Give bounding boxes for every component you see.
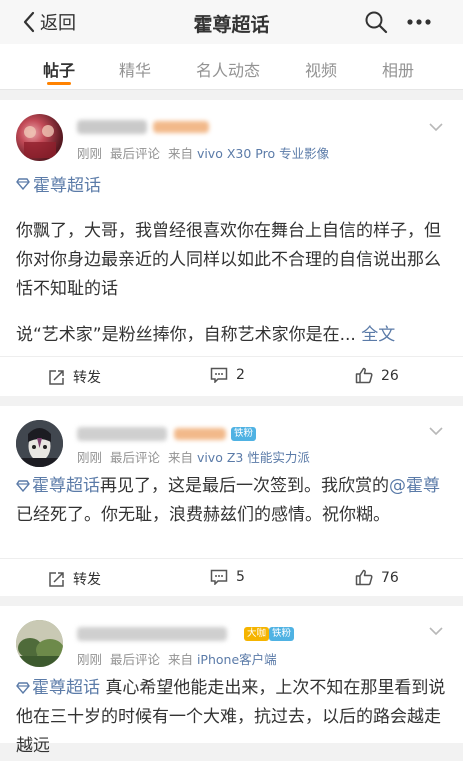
post-meta: 刚刚 最后评论 来自 vivo X30 Pro 专业影像	[77, 143, 329, 162]
repost-icon	[49, 571, 64, 587]
post-text: 你飘了，大哥，我曾经很喜欢你在舞台上自信的样子，但你对你身边最亲近的人同样以如此…	[16, 221, 441, 299]
supertopic-link[interactable]: 霍尊超话	[16, 476, 100, 496]
avatar[interactable]	[16, 620, 63, 667]
search-icon[interactable]	[364, 10, 388, 34]
supertopic-name: 霍尊超话	[33, 176, 101, 196]
avatar-image	[16, 620, 63, 667]
comment-button[interactable]: 2	[210, 367, 245, 383]
fan-badge: 铁粉	[269, 627, 295, 641]
vip-badge: 大咖	[244, 627, 270, 641]
fan-badge: 铁粉	[231, 427, 257, 441]
repost-icon	[49, 369, 64, 385]
comment-icon	[210, 367, 228, 383]
repost-label: 转发	[73, 572, 101, 588]
thumbs-up-icon	[355, 367, 373, 384]
avatar-image	[24, 125, 56, 158]
repost-button[interactable]: 转发	[48, 367, 101, 387]
repost-button[interactable]: 转发	[48, 569, 101, 589]
post-actions: 转发 2 26	[0, 356, 463, 396]
supertopic-name: 霍尊超话	[32, 678, 100, 698]
username-blurred[interactable]	[77, 427, 167, 441]
supertopic-link[interactable]: 霍尊超话	[16, 171, 101, 196]
post-source[interactable]: vivo X30 Pro 专业影像	[197, 146, 329, 161]
post-text-part-1: 再见了，这是最后一次签到。我欣赏的	[100, 476, 389, 496]
post-time: 刚刚	[77, 652, 103, 667]
source-prefix: 来自	[167, 146, 193, 161]
diamond-icon	[16, 177, 30, 190]
username-blurred[interactable]	[77, 627, 227, 641]
post-card[interactable]: 刚刚 最后评论 来自 vivo X30 Pro 专业影像 霍尊超话 你飘了，大哥…	[0, 100, 463, 396]
post-time: 刚刚	[77, 146, 103, 161]
post-text: 霍尊超话 真心希望他能走出来，上次不知在那里看到说他在三十岁的时候有一个大难，抗…	[16, 674, 452, 761]
chevron-down-icon[interactable]	[428, 122, 444, 132]
post-text-excerpt: 说“艺术家”是粉丝捧你，自称艺术家你是在...	[16, 325, 356, 345]
repost-label: 转发	[73, 370, 101, 386]
post-source[interactable]: iPhone客户端	[197, 652, 277, 667]
like-button[interactable]: 26	[355, 367, 399, 384]
avatar[interactable]	[16, 114, 63, 161]
post-text: 霍尊超话再见了，这是最后一次签到。我欣赏的@霍尊 已经死了。你无耻，浪费赫兹们的…	[16, 472, 452, 530]
post-source[interactable]: vivo Z3 性能实力派	[197, 450, 310, 465]
like-button[interactable]: 76	[355, 569, 399, 586]
mention-link[interactable]: @霍尊	[389, 476, 440, 496]
page-title: 霍尊超话	[193, 14, 270, 36]
supertopic-name: 霍尊超话	[32, 476, 100, 496]
tab-albums[interactable]: 相册	[382, 57, 414, 81]
post-text-part-2: 已经死了。你无耻，浪费赫兹们的感情。祝你糊。	[16, 505, 390, 525]
last-comment-label: 最后评论	[109, 450, 160, 465]
tab-posts[interactable]: 帖子	[43, 57, 75, 81]
read-more-link[interactable]: 全文	[361, 325, 395, 345]
diamond-icon	[16, 682, 30, 695]
comment-icon	[210, 569, 228, 585]
post-meta: 刚刚 最后评论 来自 iPhone客户端	[77, 649, 277, 668]
level-badge-blurred	[174, 428, 226, 440]
level-badge-blurred	[153, 121, 209, 133]
tab-bar: 帖子 精华 名人动态 视频 相册	[0, 44, 463, 90]
thumbs-up-icon	[355, 569, 373, 586]
like-count: 76	[381, 569, 399, 586]
source-prefix: 来自	[167, 652, 193, 667]
post-actions: 转发 5 76	[0, 558, 463, 598]
tab-celebrity-updates[interactable]: 名人动态	[196, 57, 260, 81]
source-prefix: 来自	[167, 450, 193, 465]
top-nav-bar: 返回 霍尊超话	[0, 0, 463, 44]
last-comment-label: 最后评论	[109, 652, 160, 667]
post-text-2: 说“艺术家”是粉丝捧你，自称艺术家你是在... 全文	[16, 321, 452, 350]
diamond-icon	[16, 480, 30, 493]
last-comment-label: 最后评论	[109, 146, 160, 161]
tab-featured[interactable]: 精华	[119, 57, 151, 81]
post-card[interactable]: 铁粉 刚刚 最后评论 来自 vivo Z3 性能实力派 霍尊超话再见了，这是最后…	[0, 406, 463, 596]
supertopic-link[interactable]: 霍尊超话	[16, 678, 100, 698]
more-icon[interactable]	[406, 18, 432, 26]
chevron-down-icon[interactable]	[428, 426, 444, 436]
username-blurred[interactable]	[77, 120, 147, 134]
post-card[interactable]: 大咖 铁粉 刚刚 最后评论 来自 iPhone客户端 霍尊超话 真心希望他能走出…	[0, 606, 463, 756]
comment-button[interactable]: 5	[210, 569, 245, 585]
chevron-down-icon[interactable]	[428, 626, 444, 636]
post-meta: 刚刚 最后评论 来自 vivo Z3 性能实力派	[77, 447, 310, 466]
post-time: 刚刚	[77, 450, 103, 465]
comment-count: 5	[236, 569, 245, 585]
tab-videos[interactable]: 视频	[305, 57, 337, 81]
comment-count: 2	[236, 367, 245, 383]
avatar[interactable]	[16, 420, 63, 467]
like-count: 26	[381, 367, 399, 384]
active-tab-indicator	[47, 82, 71, 85]
avatar-image	[16, 420, 63, 467]
